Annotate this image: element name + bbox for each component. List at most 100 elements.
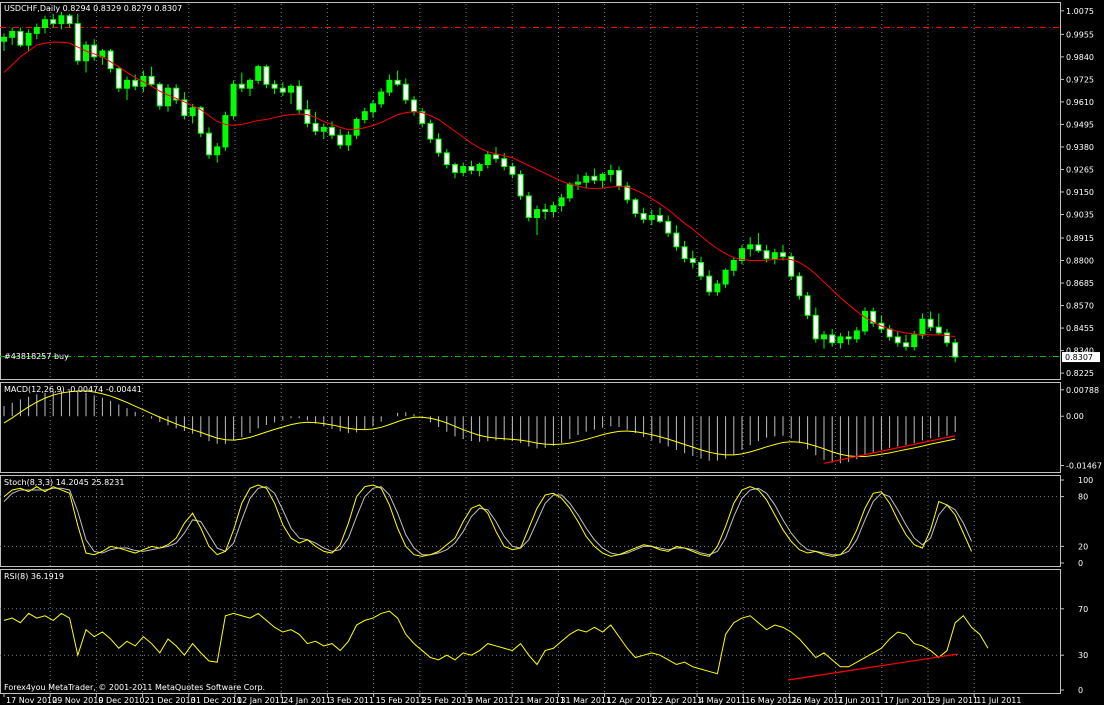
candle-body [296, 85, 303, 111]
candle-body [50, 19, 57, 25]
candle-body [91, 44, 98, 58]
price-tick-label: 1.0075 [1066, 7, 1094, 16]
candle-body [214, 146, 221, 156]
candle-body [853, 330, 860, 340]
date-label: 4 May 2011 [699, 696, 746, 705]
candle-body [640, 213, 647, 220]
candle-body [517, 173, 524, 197]
candle-body [304, 109, 311, 124]
current-price-label: 0.8307 [1065, 353, 1093, 362]
date-label: 9 Mar 2011 [468, 696, 514, 705]
date-label: 17 Jun 2011 [884, 696, 932, 705]
candle-body [821, 334, 827, 340]
date-label: 9 Dec 2010 [98, 696, 144, 705]
date-label: 15 Feb 2011 [376, 696, 426, 705]
price-tick-label: 0.9265 [1066, 165, 1094, 174]
macd-label: MACD(12,26,9) -0.00474 -0.00441 [4, 385, 142, 394]
date-label: 22 Apr 2011 [653, 696, 702, 705]
candle-body [804, 295, 811, 316]
date-label: 29 Jun 2011 [930, 696, 978, 705]
candle-body [681, 246, 688, 260]
macd-tick-label: 0.00788 [1066, 386, 1099, 395]
price-tick-label: 0.8800 [1066, 257, 1094, 266]
date-label: 11 Jul 2011 [976, 696, 1021, 705]
macd-tick-label: 0.00 [1066, 412, 1084, 421]
candle-body [386, 79, 393, 93]
candle-body [771, 252, 778, 260]
candle-body [329, 126, 335, 136]
candle-body [115, 68, 122, 89]
price-tick-label: 0.8685 [1066, 279, 1094, 288]
macd-tick-label: -0.01467 [1066, 462, 1102, 471]
candle-body [862, 310, 868, 332]
candle-body [657, 214, 663, 222]
candle-body [484, 154, 491, 166]
candle-body [944, 332, 950, 344]
candle-body [566, 183, 573, 199]
date-label: 3 Feb 2011 [329, 696, 374, 705]
candle-body [378, 91, 385, 105]
candle-body [591, 175, 598, 181]
candle-body [58, 15, 65, 25]
rsi-tick-label: 30 [1078, 651, 1088, 660]
date-label: 31 Dec 2010 [191, 696, 242, 705]
candle-body [443, 152, 450, 166]
candle-body [411, 99, 417, 113]
main-chart-label: USDCHF,Daily 0.8294 0.8329 0.8279 0.8307 [4, 4, 182, 13]
candle-body [452, 164, 458, 173]
price-tick-label: 0.9150 [1066, 188, 1094, 197]
date-axis: 17 Nov 201029 Nov 20109 Dec 2010 21 Dec 2… [3, 694, 1021, 705]
candle-body [460, 166, 467, 173]
candle-body [9, 30, 16, 38]
candle-body [747, 244, 754, 250]
stoch-tick-label: 20 [1078, 542, 1088, 551]
price-tick-label: 0.9380 [1066, 143, 1094, 152]
candle-body [263, 66, 270, 85]
candle-body [370, 103, 376, 113]
price-tick-label: 0.9495 [1066, 120, 1094, 129]
candle-body [402, 83, 409, 101]
candle-body [665, 220, 672, 234]
candle-body [361, 111, 368, 121]
candle-body [509, 166, 516, 175]
candle-body [156, 83, 163, 107]
candle-body [599, 173, 606, 181]
rsi-label: RSI(8) 36.1919 [4, 572, 64, 581]
candle-body [952, 342, 959, 358]
candle-body [845, 336, 852, 340]
candle-body [812, 314, 819, 340]
order-label: #43818257 buy [4, 352, 69, 361]
candle-body [911, 334, 918, 348]
candle-body [525, 195, 532, 218]
candle-body [558, 197, 565, 207]
candle-body [673, 232, 680, 248]
price-tick-label: 0.8570 [1066, 302, 1094, 311]
price-tick-label: 0.8455 [1066, 324, 1094, 333]
candle-body [288, 85, 294, 93]
candle-body [607, 169, 614, 175]
candle-body [894, 336, 901, 344]
candle-body [435, 138, 442, 154]
candle-body [780, 252, 786, 258]
candle-body [132, 79, 139, 87]
candle-body [255, 66, 262, 81]
candle-body [903, 342, 909, 348]
candle-body [534, 209, 540, 218]
candle-body [107, 50, 114, 70]
date-label: 12 Apr 2011 [607, 696, 656, 705]
candle-body [550, 205, 557, 213]
candle-body [632, 199, 639, 215]
candle-body [66, 15, 73, 25]
watermark: Forex4you MetaTrader, © 2001-2011 MetaQu… [4, 683, 265, 692]
candle-body [755, 244, 762, 252]
candle-body [427, 122, 434, 140]
candle-body [468, 166, 475, 171]
candle-body [238, 83, 245, 89]
candle-body [616, 169, 622, 187]
candle-body [42, 19, 48, 28]
candle-body [124, 79, 130, 89]
candle-body [501, 158, 508, 168]
stoch-label: Stoch(8,3,3) 14.2045 25.8231 [4, 478, 124, 487]
rsi-tick-label: 70 [1078, 605, 1088, 614]
chart-canvas[interactable]: 1.0075 0.9955 0.9840 0.9725 0.9610 0.9495 0.93… [0, 0, 1104, 705]
